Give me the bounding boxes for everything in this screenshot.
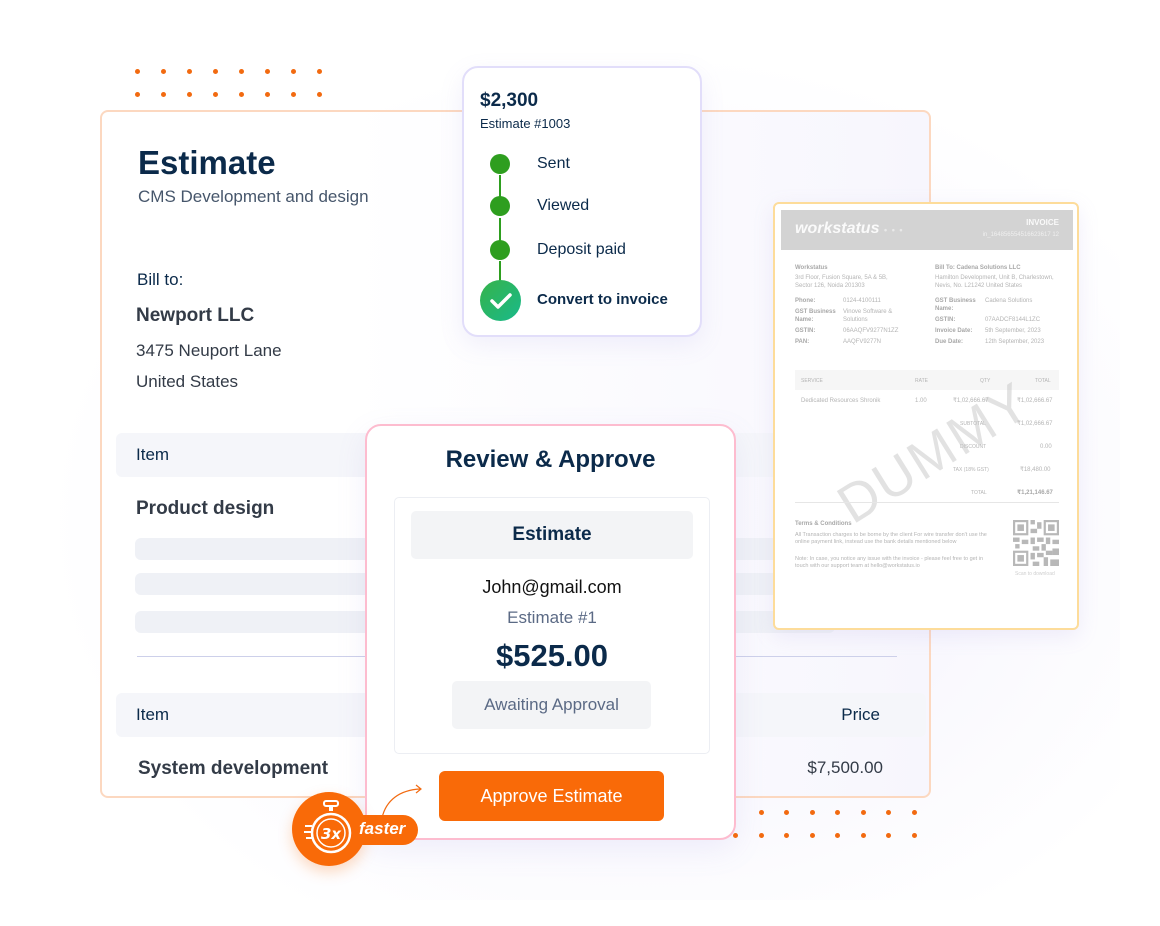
- step-complete-dot-icon: [490, 154, 510, 174]
- terms-title: Terms & Conditions: [795, 521, 852, 527]
- bill-to-address-line1: 3475 Neuport Lane: [136, 341, 282, 360]
- timeline-step-label: Sent: [537, 155, 570, 172]
- invoice-header: workstatus • • • INVOICE in_164856554516…: [781, 210, 1073, 250]
- invoice-preview: workstatus • • • INVOICE in_164856554516…: [773, 202, 1079, 630]
- invoice-summary-label: TOTAL: [971, 490, 987, 496]
- column-header-item: Item: [136, 705, 170, 724]
- review-approve-card: Review & Approve Estimate John@gmail.com…: [365, 424, 736, 840]
- decorative-dots-top: [135, 69, 343, 97]
- invoice-to-fields: GST Business Name: Cadena Solutions GSTIN…: [935, 298, 1045, 345]
- table-row-item: System development: [138, 758, 329, 779]
- timeline-connector: [499, 218, 501, 241]
- estimate-status-card: $2,300 Estimate #1003 Sent Viewed Deposi…: [462, 66, 702, 337]
- invoice-row-service: Dedicated Resources Shronik: [801, 398, 881, 404]
- timeline-step-label: Viewed: [537, 197, 590, 214]
- convert-to-invoice-step[interactable]: Convert to invoice: [537, 291, 668, 308]
- invoice-divider: [795, 502, 1059, 503]
- approve-estimate-button[interactable]: Approve Estimate: [439, 771, 664, 821]
- status-card-amount: $2,300: [480, 90, 539, 111]
- client-email: John@gmail.com: [482, 577, 622, 597]
- estimate-subtitle: CMS Development and design: [138, 187, 369, 206]
- column-header-item: Item: [136, 445, 170, 464]
- estimate-summary-panel: Estimate John@gmail.com Estimate #1 $525…: [394, 497, 710, 754]
- estimate-amount: $525.00: [495, 638, 609, 673]
- bill-to-company: Newport LLC: [136, 305, 255, 326]
- invoice-to-name: Bill To: Cadena Solutions LLC: [935, 265, 1021, 271]
- step-complete-dot-icon: [490, 240, 510, 260]
- dummy-watermark: DUMMY: [827, 370, 1041, 536]
- invoice-title: INVOICE: [1026, 218, 1059, 227]
- svg-text:3x: 3x: [321, 825, 342, 843]
- qr-code-icon: [1013, 520, 1059, 566]
- faster-badge: 3x faster: [292, 792, 422, 866]
- timeline-step-sent: Sent: [464, 154, 704, 178]
- column-header-price: Price: [841, 705, 880, 724]
- status-badge: Awaiting Approval: [452, 681, 651, 729]
- check-icon: [480, 280, 521, 321]
- note-text: Note: In case, you notice any issue with…: [795, 556, 984, 569]
- stopwatch-icon: 3x: [304, 800, 352, 854]
- invoice-to-address: Hamilton Development, Unit B, Charlestow…: [935, 275, 1054, 289]
- invoice-from-address: 3rd Floor, Fusion Square, 5A & 5B, Sector…: [795, 275, 888, 289]
- step-complete-dot-icon: [490, 196, 510, 216]
- decorative-dots-bottom: [733, 810, 937, 838]
- timeline-connector: [499, 175, 501, 198]
- estimate-number: Estimate #1: [507, 608, 597, 627]
- estimate-tab[interactable]: Estimate: [411, 511, 693, 559]
- faster-label: faster: [359, 819, 406, 838]
- review-title: Review & Approve: [445, 446, 656, 473]
- qr-caption: Scan to download: [1015, 571, 1055, 577]
- brand-logo: workstatus • • •: [795, 220, 904, 237]
- terms-text: All Transaction charges to be borne by t…: [795, 532, 987, 545]
- status-card-estimate-number: Estimate #1003: [480, 116, 571, 131]
- timeline-step-deposit-paid: Deposit paid: [464, 240, 704, 264]
- invoice-from-fields: Phone: 0124-4100111 GST Business Name: Vin…: [795, 298, 899, 345]
- invoice-row-rate: 1.00: [915, 398, 927, 404]
- invoice-id: in_164856554516623617 12: [982, 232, 1059, 238]
- invoice-summary-value: ₹1,21,146.67: [1017, 490, 1053, 496]
- bill-to-label: Bill to:: [137, 270, 184, 289]
- timeline-step-viewed: Viewed: [464, 196, 704, 220]
- invoice-summary-value: ₹18,480.00: [1020, 467, 1051, 473]
- invoice-from-name: Workstatus: [795, 265, 828, 271]
- table-row-item: Product design: [136, 498, 275, 519]
- bill-to-address-line2: United States: [136, 372, 239, 391]
- table-row-price: $7,500.00: [807, 758, 883, 777]
- invoice-summary-value: 0.00: [1040, 444, 1052, 450]
- timeline-step-label: Deposit paid: [537, 241, 626, 258]
- estimate-title: Estimate: [138, 144, 276, 181]
